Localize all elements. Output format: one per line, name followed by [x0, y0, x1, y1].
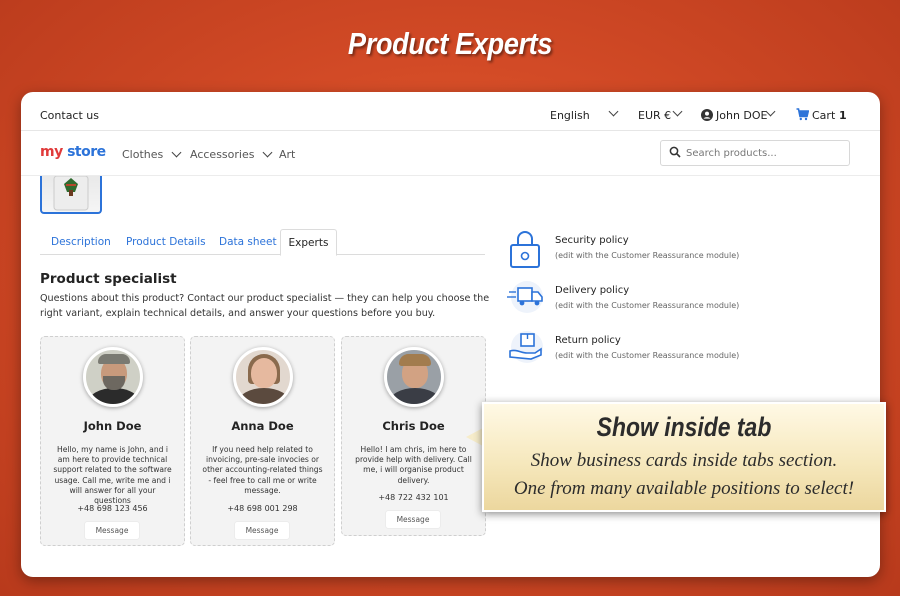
chevron-down-icon: [262, 147, 273, 158]
currency-select[interactable]: EUR €: [638, 109, 671, 122]
expert-name: Chris Doe: [382, 419, 445, 433]
expert-name: John Doe: [83, 419, 142, 433]
chevron-down-icon[interactable]: [608, 106, 619, 117]
callout-heading: Show inside tab: [596, 412, 772, 442]
user-icon[interactable]: [701, 109, 713, 124]
reassurance-title: Return policy: [555, 335, 621, 346]
nav-item-accessories[interactable]: Accessories: [190, 147, 273, 161]
search-icon: [669, 146, 681, 161]
product-thumbnail[interactable]: [40, 175, 102, 214]
chevron-down-icon: [171, 147, 182, 158]
banner-title: Product Experts: [347, 26, 553, 61]
cart-count: 1: [839, 109, 847, 122]
expert-card: Anna Doe If you need help related to inv…: [190, 336, 335, 546]
return-box-icon: [507, 329, 543, 365]
nav-item-clothes[interactable]: Clothes: [122, 147, 182, 161]
logo-word-store: store: [67, 144, 106, 160]
message-button[interactable]: Message: [85, 522, 139, 539]
user-menu[interactable]: John DOE: [716, 109, 768, 122]
reassurance-subtitle: (edit with the Customer Reassurance modu…: [555, 251, 740, 260]
feature-callout: Show inside tab Show business cards insi…: [482, 402, 886, 512]
search-placeholder: Search products...: [686, 148, 777, 159]
callout-pointer: [466, 428, 483, 446]
avatar: [83, 347, 143, 407]
search-input[interactable]: Search products...: [660, 140, 850, 166]
tab-description[interactable]: Description: [51, 236, 111, 248]
reassurance-title: Delivery policy: [555, 285, 630, 296]
delivery-truck-icon: [507, 279, 543, 315]
avatar: [233, 347, 293, 407]
tab-data-sheet[interactable]: Data sheet: [219, 236, 277, 248]
callout-line: Show business cards inside tabs section.: [530, 450, 838, 471]
expert-phone[interactable]: +48 698 123 456: [41, 504, 184, 513]
section-description: Questions about this product? Contact ou…: [40, 293, 490, 319]
tab-product-details[interactable]: Product Details: [126, 236, 206, 248]
reassurance-subtitle: (edit with the Customer Reassurance modu…: [555, 301, 740, 310]
chevron-down-icon[interactable]: [672, 106, 683, 117]
cart-link[interactable]: Cart: [812, 109, 835, 122]
expert-name: Anna Doe: [231, 419, 294, 433]
product-tabs: Description Product Details Data sheet E…: [40, 229, 485, 256]
contact-link[interactable]: Contact us: [40, 109, 99, 122]
message-button[interactable]: Message: [235, 522, 289, 539]
cart-icon[interactable]: [796, 108, 810, 124]
lock-icon: [507, 229, 543, 268]
expert-bio: If you need help related to invoicing, p…: [202, 445, 323, 495]
avatar: [384, 347, 444, 407]
nav-item-art[interactable]: Art: [279, 148, 295, 161]
main-navigation: my store Clothes Accessories Art Search …: [21, 132, 880, 176]
callout-line: One from many available positions to sel…: [513, 478, 855, 499]
message-button[interactable]: Message: [386, 511, 440, 528]
reassurance-title: Security policy: [555, 235, 629, 246]
reassurance-subtitle: (edit with the Customer Reassurance modu…: [555, 351, 740, 360]
logo-word-my: my: [40, 144, 63, 160]
expert-card: Chris Doe Hello! I am chris, im here to …: [341, 336, 486, 536]
section-title: Product specialist: [40, 271, 177, 287]
expert-phone[interactable]: +48 722 432 101: [342, 493, 485, 502]
store-logo[interactable]: my store: [40, 144, 106, 160]
expert-bio: Hello! I am chris, im here to provide he…: [355, 445, 472, 485]
tab-experts[interactable]: Experts: [280, 229, 337, 256]
expert-card: John Doe Hello, my name is John, and i a…: [40, 336, 185, 546]
expert-bio: Hello, my name is John, and i am here to…: [53, 445, 172, 506]
expert-phone[interactable]: +48 698 001 298: [191, 504, 334, 513]
language-select[interactable]: English: [550, 109, 590, 122]
top-bar: Contact us English EUR € John DOE Cart 1: [21, 92, 880, 131]
